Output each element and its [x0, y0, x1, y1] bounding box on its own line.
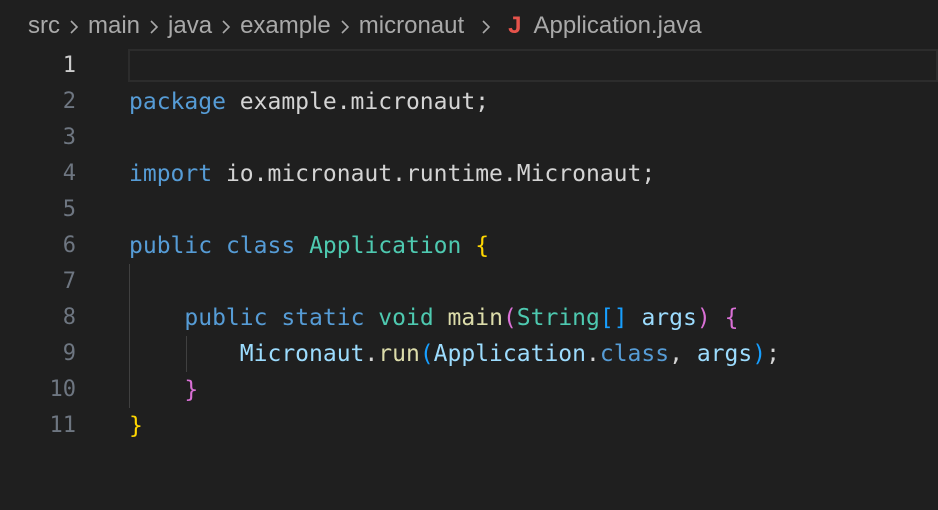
code-token: ,: [669, 341, 697, 367]
breadcrumb-item-file[interactable]: Application.java: [534, 12, 702, 40]
chevron-right-icon: [464, 12, 508, 40]
line-number: 10: [49, 377, 77, 402]
breadcrumb-item-example[interactable]: example: [240, 12, 331, 40]
breadcrumb-item-micronaut[interactable]: micronaut: [359, 12, 464, 40]
code-token: example.micronaut;: [225, 89, 490, 115]
line-number: 3: [62, 125, 76, 150]
code-token: class: [225, 233, 296, 259]
breadcrumb: src main java example micronaut J Applic…: [0, 0, 938, 52]
code-editor[interactable]: src main java example micronaut J Applic…: [0, 0, 938, 510]
code-token: public: [129, 233, 213, 259]
code-token: String: [516, 305, 600, 331]
code-line[interactable]: 3: [0, 120, 938, 156]
line-number: 5: [62, 197, 76, 222]
code-token: main: [447, 305, 503, 331]
line-number: 6: [62, 233, 76, 258]
code-text: }: [129, 408, 143, 444]
code-text: import io.micronaut.runtime.Micronaut;: [129, 156, 655, 192]
chevron-right-icon: [212, 12, 240, 40]
code-token: static: [281, 305, 365, 331]
code-line[interactable]: 7: [0, 264, 938, 300]
code-token: Application: [433, 341, 586, 367]
code-token: run: [378, 341, 420, 367]
code-line[interactable]: 10 }: [0, 372, 938, 408]
indent-guide: [186, 336, 187, 372]
chevron-right-icon: [331, 12, 359, 40]
code-line[interactable]: 1: [0, 48, 938, 84]
code-line[interactable]: 4 import io.micronaut.runtime.Micronaut;: [0, 156, 938, 192]
breadcrumb-item-java[interactable]: java: [168, 12, 212, 40]
code-token: }: [184, 377, 199, 403]
code-token: (: [502, 305, 517, 331]
code-token: }: [129, 413, 143, 439]
code-line[interactable]: 9 Micronaut.run(Application.class, args)…: [0, 336, 938, 372]
code-token: public: [184, 305, 268, 331]
code-token: args: [641, 305, 697, 331]
line-number: 2: [62, 89, 76, 114]
code-token: {: [475, 233, 490, 259]
indent-guide: [129, 264, 130, 408]
code-text: public class Application {: [129, 228, 489, 264]
code-token: io.micronaut.runtime.Micronaut;: [212, 161, 656, 187]
code-line[interactable]: 2 package example.micronaut;: [0, 84, 938, 120]
chevron-right-icon: [60, 12, 88, 40]
code-token: .: [586, 341, 600, 367]
code-token: ): [696, 305, 711, 331]
breadcrumb-item-main[interactable]: main: [88, 12, 140, 40]
code-line[interactable]: 11}: [0, 408, 938, 444]
code-text: package example.micronaut;: [129, 84, 489, 120]
code-token: (: [419, 341, 434, 367]
code-text: Micronaut.run(Application.class, args);: [129, 336, 780, 372]
breadcrumb-item-src[interactable]: src: [28, 12, 60, 40]
code-token: Micronaut: [239, 341, 365, 367]
code-token: package: [129, 89, 226, 115]
code-token: {: [724, 305, 739, 331]
code-token: ;: [766, 341, 780, 367]
code-token: .: [364, 341, 379, 367]
code-token: []: [599, 305, 628, 331]
line-number: 9: [62, 341, 76, 366]
code-line[interactable]: 5: [0, 192, 938, 228]
line-number: 8: [62, 305, 76, 330]
code-text: }: [129, 372, 198, 408]
chevron-right-icon: [140, 12, 168, 40]
line-number: 4: [62, 161, 76, 186]
code-text: public static void main(String[] args) {: [129, 300, 738, 336]
code-line[interactable]: 8 public static void main(String[] args)…: [0, 300, 938, 336]
code-token: args: [696, 341, 753, 367]
line-number: 11: [49, 413, 77, 438]
code-token: ): [752, 341, 767, 367]
java-file-icon: J: [508, 12, 522, 39]
current-line-highlight: [128, 49, 938, 82]
code-area[interactable]: 1 2 package example.micronaut; 3 4 import io.…: [0, 48, 938, 444]
code-line[interactable]: 6 public class Application {: [0, 228, 938, 264]
line-number: 1: [62, 53, 76, 78]
code-token: import: [129, 161, 213, 187]
line-number: 7: [62, 269, 76, 294]
code-token: class: [599, 341, 670, 367]
code-token: Application: [309, 233, 462, 259]
code-token: void: [378, 305, 434, 331]
